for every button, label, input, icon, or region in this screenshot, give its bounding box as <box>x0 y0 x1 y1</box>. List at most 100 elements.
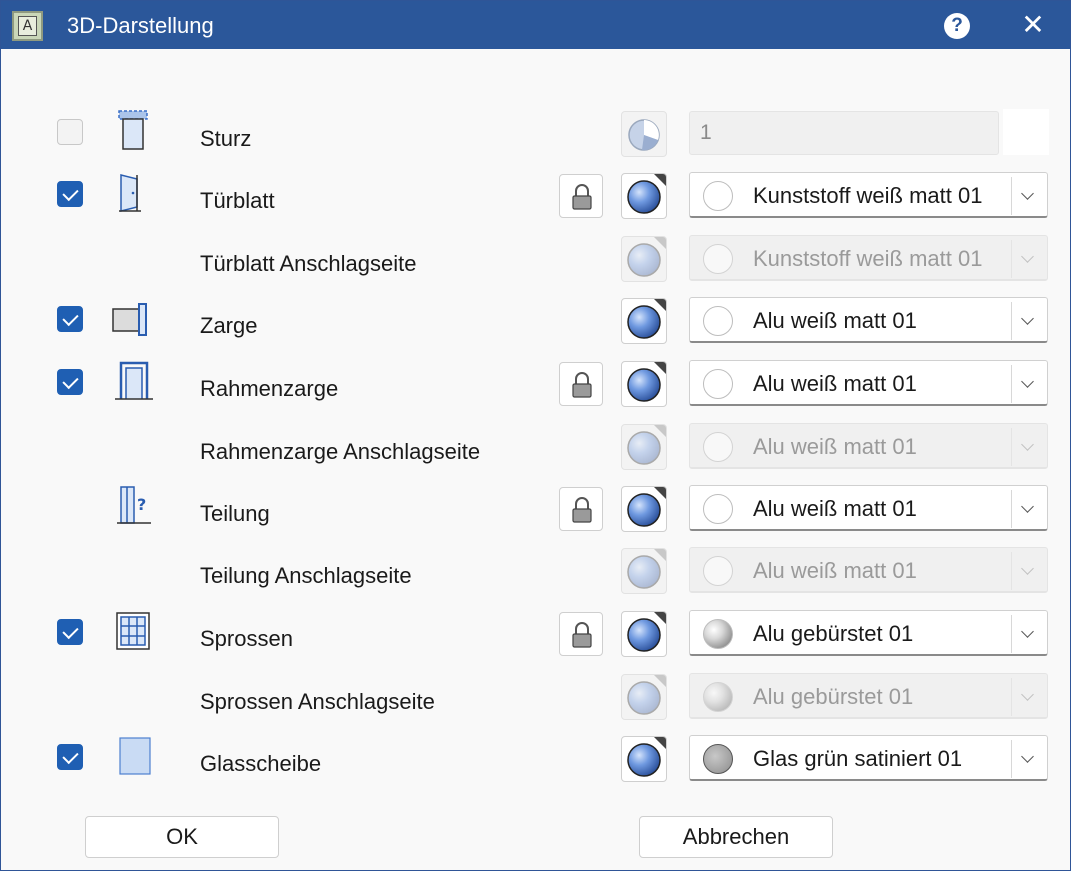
material-button-sturz <box>621 111 667 157</box>
material-button-sprossen-anschlagseite <box>621 674 667 720</box>
label-teilung: Teilung <box>200 501 270 526</box>
material-button-tuerblatt-anschlagseite <box>621 236 667 282</box>
material-name: Alu weiß matt 01 <box>753 371 917 396</box>
material-button-teilung[interactable] <box>621 486 667 532</box>
frame-door-icon <box>111 359 155 403</box>
cancel-button[interactable]: Abbrechen <box>639 816 833 858</box>
chevron-down-icon <box>1011 428 1043 466</box>
label-teilung-anschlagseite: Teilung Anschlagseite <box>200 563 412 588</box>
material-pie-icon <box>622 119 666 156</box>
label-glasscheibe: Glasscheibe <box>200 751 322 776</box>
material-sphere-icon <box>622 368 666 406</box>
material-select-sprossen-anschlagseite: Alu gebürstet 01 <box>689 673 1048 719</box>
frame-icon <box>111 296 155 340</box>
label-sturz: Sturz <box>200 126 252 151</box>
material-select-teilung[interactable]: Alu weiß matt 01 <box>689 485 1048 531</box>
chevron-down-icon[interactable] <box>1011 177 1043 215</box>
material-swatch-icon <box>703 619 733 649</box>
material-name: Alu weiß matt 01 <box>753 558 917 583</box>
division-icon: ? <box>111 484 155 528</box>
material-swatch-icon <box>703 306 733 336</box>
label-zarge: Zarge <box>200 313 258 338</box>
chevron-down-icon <box>1011 240 1043 278</box>
material-select-glasscheibe[interactable]: Glas grün satiniert 01 <box>689 735 1048 781</box>
label-rahmenzarge-anschlagseite: Rahmenzarge Anschlagseite <box>200 439 481 464</box>
material-button-sprossen[interactable] <box>621 611 667 657</box>
material-swatch-icon <box>703 556 733 586</box>
material-name: Kunststoff weiß matt 01 <box>753 246 983 271</box>
label-tuerblatt: Türblatt <box>200 188 275 213</box>
material-button-zarge[interactable] <box>621 298 667 344</box>
label-sprossen-anschlagseite: Sprossen Anschlagseite <box>200 689 435 714</box>
material-name: Alu gebürstet 01 <box>753 621 914 646</box>
lock-icon <box>560 622 604 661</box>
material-name: Alu weiß matt 01 <box>753 496 917 521</box>
row-tuerblatt-anschlagseite: Türblatt Anschlagseite Kunststoff weiß ma… <box>1 231 1070 293</box>
material-sphere-icon <box>622 243 666 281</box>
row-teilung: ? Teilung Alu weiß matt 01 <box>1 481 1070 543</box>
dialog-window: A 3D-Darstellung ? ✕ Sturz 1 Türblatt Kunst… <box>0 0 1071 871</box>
material-sphere-icon <box>622 305 666 343</box>
row-zarge: Zarge Alu weiß matt 01 <box>1 293 1070 355</box>
material-button-rahmenzarge-anschlagseite <box>621 424 667 470</box>
lock-icon <box>560 372 604 411</box>
material-name: Kunststoff weiß matt 01 <box>753 183 983 208</box>
material-select-rahmenzarge[interactable]: Alu weiß matt 01 <box>689 360 1048 406</box>
lock-button-tuerblatt[interactable] <box>559 174 603 218</box>
label-sprossen: Sprossen <box>200 626 293 651</box>
ok-button[interactable]: OK <box>85 816 279 858</box>
material-name: Glas grün satiniert 01 <box>753 746 963 771</box>
close-button[interactable]: ✕ <box>1019 9 1047 41</box>
material-swatch-icon <box>703 369 733 399</box>
material-sphere-icon <box>622 618 666 656</box>
help-button[interactable]: ? <box>944 13 970 39</box>
material-swatch-icon <box>703 432 733 462</box>
material-swatch-icon <box>703 494 733 524</box>
row-glasscheibe: Glasscheibe Glas grün satiniert 01 <box>1 731 1070 793</box>
material-button-rahmenzarge[interactable] <box>621 361 667 407</box>
row-rahmenzarge-anschlagseite: Rahmenzarge Anschlagseite Alu weiß matt 0… <box>1 419 1070 481</box>
material-select-tuerblatt-anschlagseite: Kunststoff weiß matt 01 <box>689 235 1048 281</box>
checkbox-rahmenzarge[interactable] <box>57 369 83 395</box>
row-sturz: Sturz 1 <box>1 106 1070 168</box>
material-sphere-icon <box>622 743 666 781</box>
chevron-down-icon[interactable] <box>1011 615 1043 653</box>
material-swatch-icon <box>703 181 733 211</box>
lock-icon <box>560 497 604 536</box>
material-sphere-icon <box>622 555 666 593</box>
chevron-down-icon[interactable] <box>1011 302 1043 340</box>
checkbox-glasscheibe[interactable] <box>57 744 83 770</box>
row-sprossen: Sprossen Alu gebürstet 01 <box>1 606 1070 668</box>
title-bar: A 3D-Darstellung ? ✕ <box>1 1 1070 49</box>
lock-button-teilung[interactable] <box>559 487 603 531</box>
value-text: 1 <box>700 121 712 144</box>
material-select-sprossen[interactable]: Alu gebürstet 01 <box>689 610 1048 656</box>
material-select-teilung-anschlagseite: Alu weiß matt 01 <box>689 547 1048 593</box>
material-button-glasscheibe[interactable] <box>621 736 667 782</box>
material-button-teilung-anschlagseite <box>621 548 667 594</box>
row-rahmenzarge: Rahmenzarge Alu weiß matt 01 <box>1 356 1070 418</box>
lintel-icon <box>111 109 155 153</box>
checkbox-sturz[interactable] <box>57 119 83 145</box>
chevron-down-icon[interactable] <box>1011 490 1043 528</box>
label-tuerblatt-anschlagseite: Türblatt Anschlagseite <box>200 251 417 276</box>
chevron-down-icon[interactable] <box>1011 365 1043 403</box>
muntin-icon <box>111 609 155 653</box>
material-select-tuerblatt[interactable]: Kunststoff weiß matt 01 <box>689 172 1048 218</box>
value-field-sturz: 1 <box>689 111 999 155</box>
checkbox-sprossen[interactable] <box>57 619 83 645</box>
lock-button-sprossen[interactable] <box>559 612 603 656</box>
material-sphere-icon <box>622 431 666 469</box>
material-sphere-icon <box>622 681 666 719</box>
chevron-down-icon[interactable] <box>1011 740 1043 778</box>
material-button-tuerblatt[interactable] <box>621 173 667 219</box>
checkbox-zarge[interactable] <box>57 306 83 332</box>
material-select-zarge[interactable]: Alu weiß matt 01 <box>689 297 1048 343</box>
label-rahmenzarge: Rahmenzarge <box>200 376 339 401</box>
svg-text:?: ? <box>137 495 146 514</box>
lock-button-rahmenzarge[interactable] <box>559 362 603 406</box>
material-name: Alu weiß matt 01 <box>753 308 917 333</box>
material-swatch-icon <box>703 244 733 274</box>
material-sphere-icon <box>622 180 666 218</box>
checkbox-tuerblatt[interactable] <box>57 181 83 207</box>
